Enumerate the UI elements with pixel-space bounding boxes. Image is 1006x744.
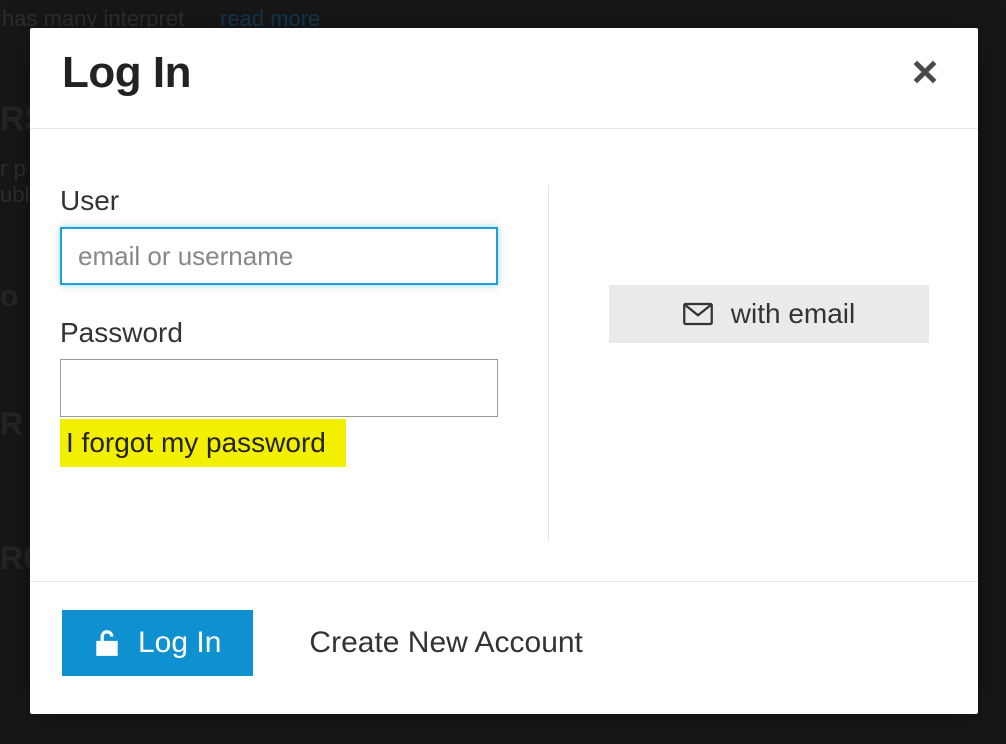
unlock-icon (94, 628, 120, 658)
password-field-group: Password (60, 317, 508, 417)
modal-body: User Password I forgot my password with … (30, 129, 978, 582)
modal-header: Log In (30, 28, 978, 129)
modal-footer: Log In Create New Account (30, 582, 978, 714)
user-label: User (60, 185, 508, 217)
login-form-column: User Password I forgot my password (60, 185, 548, 541)
login-with-email-button[interactable]: with email (609, 285, 929, 343)
user-field-group: User (60, 185, 508, 285)
password-input[interactable] (60, 359, 498, 417)
close-icon (908, 55, 942, 89)
envelope-icon (683, 302, 713, 326)
forgot-password-link[interactable]: I forgot my password (60, 419, 346, 467)
social-login-column: with email (548, 185, 948, 541)
login-submit-button[interactable]: Log In (62, 610, 253, 676)
login-button-label: Log In (138, 626, 221, 660)
password-label: Password (60, 317, 508, 349)
modal-title: Log In (62, 48, 191, 98)
close-button[interactable] (904, 51, 946, 96)
login-modal: Log In User Password I forgot my passwor… (30, 28, 978, 714)
email-button-label: with email (731, 298, 855, 330)
create-account-link[interactable]: Create New Account (309, 626, 582, 660)
user-input[interactable] (60, 227, 498, 285)
